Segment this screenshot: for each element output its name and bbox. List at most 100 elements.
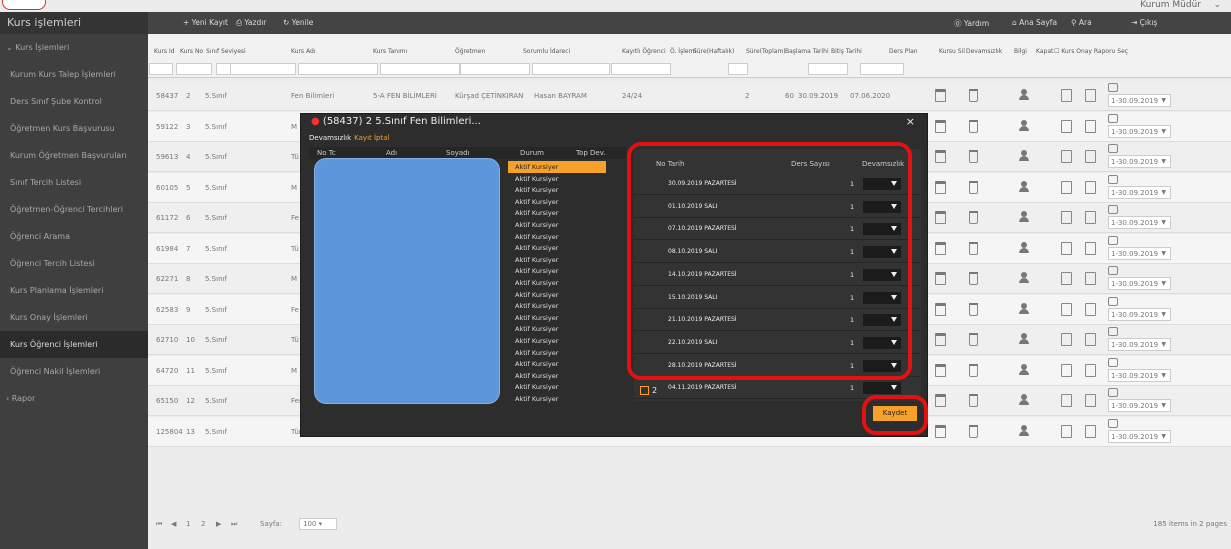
printer-icon[interactable] [1108, 174, 1118, 184]
calendar-icon[interactable] [935, 333, 946, 346]
column-filter-input[interactable] [380, 63, 460, 75]
calendar-icon[interactable] [935, 424, 946, 438]
chevron-down-icon[interactable]: ▼ [1161, 158, 1166, 165]
report-select-box[interactable]: 1-30.09.2019 ▼ [1108, 307, 1171, 321]
next-page-button[interactable]: ▶ [216, 520, 221, 528]
column-header[interactable]: Kurs Id [154, 48, 175, 55]
column-header[interactable]: Kurs No [180, 48, 203, 55]
sidebar-item[interactable]: Kurs Planlama İşlemleri [0, 277, 148, 304]
column-header[interactable]: ☐ Kurs Onay Raporu Seç [1054, 48, 1128, 55]
student-status[interactable]: Aktif Kursiyer [508, 161, 606, 173]
report-select-box[interactable]: 1-30.09.2019 ▼ [1108, 216, 1171, 229]
trash-icon[interactable] [969, 150, 978, 163]
trash-icon[interactable] [969, 333, 978, 346]
tab-attendance[interactable]: Devamsızlık [309, 134, 351, 142]
report-select[interactable]: 1-30.09.2019 ▼ [1108, 174, 1171, 201]
info-icon[interactable] [1061, 150, 1072, 163]
info-icon[interactable] [1061, 424, 1072, 438]
column-header[interactable]: Kurs Tanımı [373, 48, 407, 55]
close-file-icon[interactable] [1085, 89, 1096, 102]
chevron-down-icon[interactable]: ▼ [1161, 341, 1166, 348]
calendar-icon[interactable] [935, 363, 946, 377]
trash-icon[interactable] [969, 180, 978, 194]
printer-icon[interactable] [1108, 388, 1118, 397]
column-header[interactable]: Ders Plan [889, 48, 918, 55]
report-select-box[interactable]: 1-30.09.2019 ▼ [1108, 124, 1171, 138]
user-attendance-icon[interactable] [1018, 89, 1030, 101]
chevron-down-icon[interactable]: ▼ [1161, 402, 1166, 409]
printer-icon[interactable] [1108, 418, 1118, 428]
student-status[interactable]: Aktif Kursiyer [508, 242, 606, 254]
student-status[interactable]: Aktif Kursiyer [508, 173, 606, 185]
student-status[interactable]: Aktif Kursiyer [508, 289, 606, 301]
report-select-box[interactable]: 1-30.09.2019 ▼ [1108, 246, 1171, 260]
printer-icon[interactable] [1108, 113, 1118, 123]
column-filter-input[interactable] [460, 63, 530, 75]
user-attendance-icon[interactable] [1018, 272, 1030, 284]
student-status[interactable]: Aktif Kursiyer [508, 335, 606, 347]
last-page-button[interactable]: ⏭ [231, 520, 237, 529]
refresh-button[interactable]: ↻ Yenile [283, 18, 313, 27]
chevron-down-icon[interactable]: ▼ [1161, 280, 1166, 287]
chevron-down-icon[interactable]: ⌄ [1213, 0, 1221, 10]
student-status[interactable]: Aktif Kursiyer [508, 393, 606, 405]
close-file-icon[interactable] [1085, 333, 1096, 346]
user-attendance-icon[interactable] [1018, 394, 1030, 406]
info-icon[interactable] [1061, 394, 1072, 407]
sidebar-item[interactable]: Öğrenci Nakil İşlemleri [0, 358, 148, 385]
user-attendance-icon[interactable] [1018, 333, 1030, 345]
printer-icon[interactable] [1108, 205, 1118, 214]
info-icon[interactable] [1061, 272, 1072, 285]
calendar-icon[interactable] [935, 150, 946, 163]
chevron-down-icon[interactable]: ▼ [1161, 250, 1166, 257]
chevron-down-icon[interactable]: ▼ [1161, 189, 1166, 196]
column-filter-input[interactable] [230, 63, 296, 75]
close-file-icon[interactable] [1085, 241, 1096, 255]
close-file-icon[interactable] [1085, 150, 1096, 163]
close-file-icon[interactable] [1085, 394, 1096, 407]
column-header[interactable]: Başlama Tarihi [785, 48, 829, 55]
report-select-box[interactable]: 1-30.09.2019 ▼ [1108, 399, 1171, 412]
logout-button[interactable]: ⇥ Çıkış [1131, 18, 1157, 27]
report-select[interactable]: 1-30.09.2019 ▼ [1108, 357, 1171, 384]
column-header[interactable]: Süre(Toplam) [746, 48, 786, 55]
info-icon[interactable] [1061, 180, 1072, 194]
student-status[interactable]: Aktif Kursiyer [508, 370, 606, 382]
close-file-icon[interactable] [1085, 302, 1096, 316]
sidebar-item[interactable]: Öğrenci Tercih Listesi [0, 250, 148, 277]
column-filter-input[interactable] [728, 63, 748, 75]
column-header[interactable]: Kayıtlı Öğrenci [622, 48, 666, 55]
sidebar-item[interactable]: Kurs Onay İşlemleri [0, 304, 148, 331]
report-select[interactable]: 1-30.09.2019 ▼ [1108, 144, 1171, 170]
student-status[interactable]: Aktif Kursiyer [508, 347, 606, 359]
chevron-down-icon[interactable]: ▼ [1161, 97, 1166, 104]
column-header[interactable]: Kurs Adı [291, 48, 315, 55]
trash-icon[interactable] [969, 89, 978, 102]
page-2-button[interactable]: 2 [201, 520, 205, 528]
first-page-button[interactable]: ⏮ [156, 520, 162, 529]
calendar-icon[interactable] [935, 241, 946, 255]
print-button[interactable]: ⎙ Yazdır [236, 18, 266, 28]
column-header[interactable]: Öğretmen [455, 48, 485, 55]
column-header[interactable]: Bitiş Tarihi [831, 48, 862, 55]
table-row[interactable]: 58437 2 5.Sınıf Fen Bilimleri 5-A FEN BİLİML… [148, 81, 1231, 111]
attendance-dropdown[interactable] [863, 382, 901, 395]
report-select-box[interactable]: 1-30.09.2019 ▼ [1108, 185, 1171, 199]
sidebar-item[interactable]: Sınıf Tercih Listesi [0, 169, 148, 196]
info-icon[interactable] [1061, 211, 1072, 224]
student-status[interactable]: Aktif Kursiyer [508, 381, 606, 393]
chevron-down-icon[interactable]: ▼ [1161, 219, 1166, 226]
calendar-icon[interactable] [935, 119, 946, 133]
chevron-down-icon[interactable]: ▼ [1161, 433, 1166, 440]
close-file-icon[interactable] [1085, 180, 1096, 194]
column-header[interactable]: Sınıf Seviyesi [206, 48, 246, 55]
help-button[interactable]: ⓪ Yardım [954, 18, 989, 29]
calendar-icon[interactable] [935, 394, 946, 407]
column-filter-input[interactable] [808, 63, 848, 75]
report-select-box[interactable]: 1-30.09.2019 ▼ [1108, 277, 1171, 290]
info-icon[interactable] [1061, 241, 1072, 255]
student-status[interactable]: Aktif Kursiyer [508, 277, 606, 289]
page-size-select[interactable]: 100 ▾ [299, 518, 337, 530]
close-file-icon[interactable] [1085, 119, 1096, 133]
column-filter-input[interactable] [149, 63, 173, 75]
